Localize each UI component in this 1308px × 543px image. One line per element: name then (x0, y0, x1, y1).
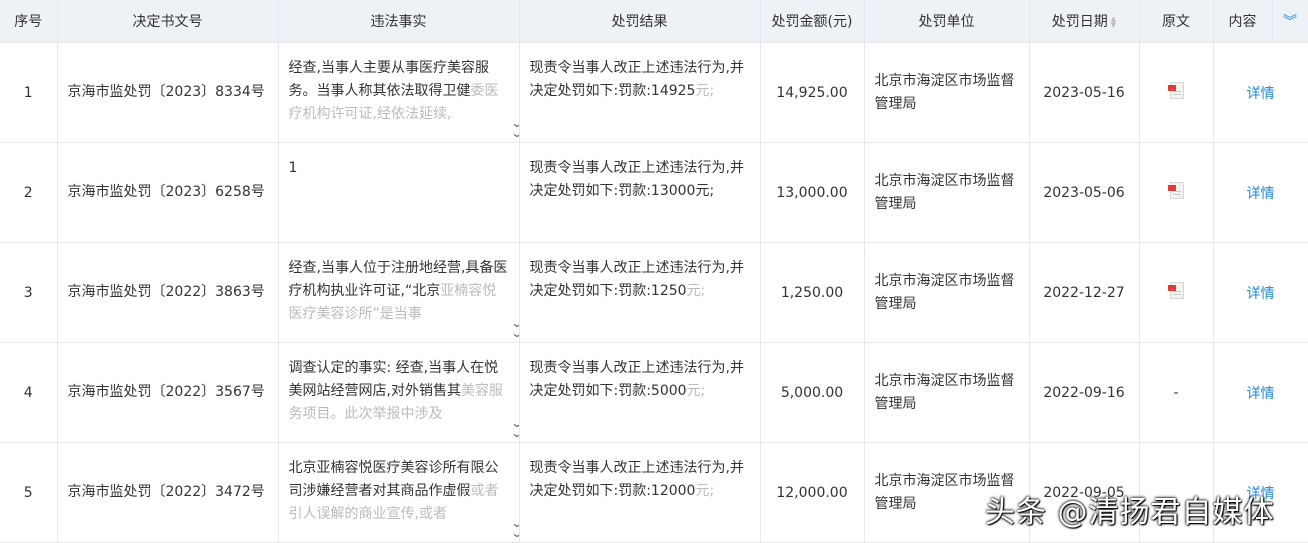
cell-seq: 3 (0, 242, 58, 343)
result-text: 现责令当事人改正上述违法行为,并决定处罚如下:罚款:5000 (529, 360, 744, 399)
cell-unit: 北京市海淀区市场监督管理局 (864, 142, 1030, 243)
sort-icon[interactable]: ▲ ▼ (1111, 16, 1116, 29)
col-facts: 违法事实 (278, 0, 520, 43)
col-unit: 处罚单位 (864, 0, 1030, 43)
cell-result: 现责令当事人改正上述违法行为,并决定处罚如下:罚款:14925元; (519, 42, 761, 143)
cell-result: 现责令当事人改正上述违法行为,并决定处罚如下:罚款:13000元; (519, 142, 761, 243)
cell-result: 现责令当事人改正上述违法行为,并决定处罚如下:罚款:5000元; (519, 342, 761, 443)
fact-text: 1 (288, 160, 298, 176)
cell-amount: 13,000.00 (760, 142, 865, 243)
cell-date: 2023-05-16 (1029, 42, 1140, 143)
expand-chevron-icon[interactable]: ⌄⌄ (510, 317, 518, 339)
cell-doc-no: 京海市监处罚〔2022〕3567号 (57, 342, 279, 443)
result-text-faded: 元; (695, 83, 715, 99)
cell-content: 详情 (1213, 242, 1308, 343)
col-date[interactable]: 处罚日期 ▲ ▼ (1029, 0, 1140, 43)
table-row: 3 京海市监处罚〔2022〕3863号 经查,当事人位于注册地经营,具备医疗机构… (0, 242, 1308, 343)
cell-facts: 北京亚楠容悦医疗美容诊所有限公司涉嫌经营者对其商品作虚假或者引人误解的商业宣传,… (278, 442, 520, 543)
detail-link[interactable]: 详情 (1247, 86, 1275, 102)
pdf-file-icon[interactable] (1168, 281, 1184, 300)
cell-doc-no: 京海市监处罚〔2023〕6258号 (57, 142, 279, 243)
pdf-file-icon[interactable] (1168, 181, 1184, 200)
fact-text: 北京亚楠容悦医疗美容诊所有限公司涉嫌经营者对其商品作虚假 (288, 460, 499, 499)
result-text-faded: 元; (686, 383, 706, 399)
cell-unit: 北京市海淀区市场监督管理局 (864, 42, 1030, 143)
table-row: 2 京海市监处罚〔2023〕6258号 1 现责令当事人改正上述违法行为,并决定… (0, 142, 1308, 243)
cell-result: 现责令当事人改正上述违法行为,并决定处罚如下:罚款:12000元; (519, 442, 761, 543)
result-text-faded: 元; (686, 283, 706, 299)
cell-doc-no: 京海市监处罚〔2022〕3863号 (57, 242, 279, 343)
expand-columns-button[interactable]: ︾ (1272, 0, 1308, 43)
fact-text: 经查,当事人主要从事医疗美容服务。当事人称其依法取得卫健 (288, 60, 489, 99)
cell-doc-no: 京海市监处罚〔2022〕3472号 (57, 442, 279, 543)
cell-amount: 5,000.00 (760, 342, 865, 443)
expand-chevron-icon[interactable]: ⌄⌄ (510, 517, 518, 539)
cell-date: 2022-09-16 (1029, 342, 1140, 443)
cell-seq: 1 (0, 42, 58, 143)
col-doc-no: 决定书文号 (57, 0, 279, 43)
cell-date: 2023-05-06 (1029, 142, 1140, 243)
cell-amount: 1,250.00 (760, 242, 865, 343)
result-text: 现责令当事人改正上述违法行为,并决定处罚如下:罚款:1250 (529, 260, 744, 299)
original-text: - (1173, 384, 1179, 401)
result-text-faded: 元; (695, 483, 715, 499)
penalty-table: 序号 决定书文号 违法事实 处罚结果 处罚金额(元) 处罚单位 处罚日期 ▲ ▼ 原… (0, 0, 1308, 543)
cell-original (1139, 42, 1214, 143)
expand-chevron-icon[interactable]: ⌄⌄ (510, 417, 518, 439)
cell-amount: 12,000.00 (760, 442, 865, 543)
result-text: 现责令当事人改正上述违法行为,并决定处罚如下:罚款:13000元; (529, 160, 744, 199)
cell-content: 详情 (1213, 42, 1308, 143)
cell-original (1139, 242, 1214, 343)
watermark: 头条 @清扬君自媒体 (985, 495, 1275, 530)
col-date-label: 处罚日期 (1051, 14, 1108, 30)
col-content: 内容 (1213, 0, 1273, 43)
cell-facts: 1 (278, 142, 520, 243)
cell-seq: 5 (0, 442, 58, 543)
table-row: 4 京海市监处罚〔2022〕3567号 调查认定的事实: 经查,当事人在悦美网站… (0, 342, 1308, 443)
cell-content: 详情 (1213, 342, 1308, 443)
pdf-file-icon[interactable] (1168, 81, 1184, 100)
cell-unit: 北京市海淀区市场监督管理局 (864, 242, 1030, 343)
cell-result: 现责令当事人改正上述违法行为,并决定处罚如下:罚款:1250元; (519, 242, 761, 343)
cell-seq: 4 (0, 342, 58, 443)
cell-amount: 14,925.00 (760, 42, 865, 143)
cell-original: - (1139, 342, 1214, 443)
col-amount: 处罚金额(元) (760, 0, 865, 43)
cell-seq: 2 (0, 142, 58, 243)
double-chevron-down-icon[interactable]: ︾ (1283, 14, 1297, 30)
col-result: 处罚结果 (519, 0, 761, 43)
expand-chevron-icon[interactable]: ⌄⌄ (510, 117, 518, 139)
detail-link[interactable]: 详情 (1247, 386, 1275, 402)
cell-doc-no: 京海市监处罚〔2023〕8334号 (57, 42, 279, 143)
col-original: 原文 (1139, 0, 1214, 43)
cell-facts: 调查认定的事实: 经查,当事人在悦美网站经营网店,对外销售其美容服务项目。此次举… (278, 342, 520, 443)
cell-original (1139, 142, 1214, 243)
cell-facts: 经查,当事人位于注册地经营,具备医疗机构执业许可证,“北京亚楠容悦医疗美容诊所”… (278, 242, 520, 343)
detail-link[interactable]: 详情 (1247, 286, 1275, 302)
detail-link[interactable]: 详情 (1247, 186, 1275, 202)
table-header-row: 序号 决定书文号 违法事实 处罚结果 处罚金额(元) 处罚单位 处罚日期 ▲ ▼ 原… (0, 0, 1308, 43)
table-row: 1 京海市监处罚〔2023〕8334号 经查,当事人主要从事医疗美容服务。当事人… (0, 42, 1308, 143)
col-seq: 序号 (0, 0, 58, 43)
cell-facts: 经查,当事人主要从事医疗美容服务。当事人称其依法取得卫健委医疗机构许可证,经依法… (278, 42, 520, 143)
cell-content: 详情 (1213, 142, 1308, 243)
cell-unit: 北京市海淀区市场监督管理局 (864, 342, 1030, 443)
cell-date: 2022-12-27 (1029, 242, 1140, 343)
